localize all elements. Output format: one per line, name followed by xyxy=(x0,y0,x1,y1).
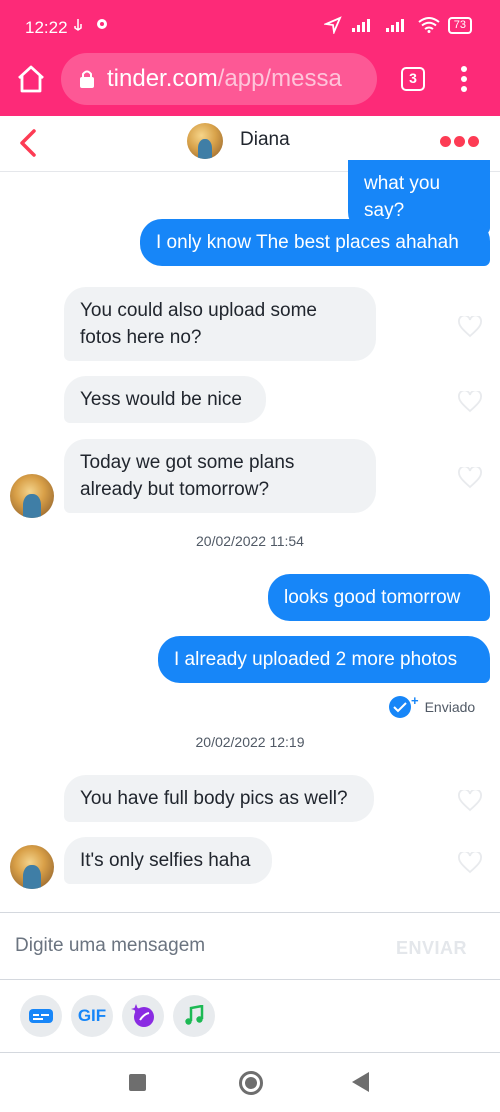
music-button[interactable] xyxy=(173,995,215,1037)
tabs-icon[interactable]: 3 xyxy=(401,67,425,91)
heart-icon[interactable] xyxy=(458,316,482,338)
menu-icon[interactable] xyxy=(455,64,473,94)
sticker-icon xyxy=(29,1009,53,1023)
browser-top-bar: 12:22 73 tinder.com/app/messa 3 xyxy=(0,0,500,116)
address-bar[interactable]: tinder.com/app/messa xyxy=(61,53,377,105)
usb-icon xyxy=(74,19,82,31)
home-icon[interactable] xyxy=(14,62,48,96)
sticker-button[interactable] xyxy=(20,995,62,1037)
gif-button[interactable]: GIF xyxy=(71,995,113,1037)
heart-icon[interactable] xyxy=(458,852,482,874)
recent-apps-icon[interactable] xyxy=(129,1074,146,1091)
message-bubble[interactable]: It's only selfies haha xyxy=(64,837,272,884)
message-bubble[interactable]: I already uploaded 2 more photos xyxy=(158,636,490,683)
url-path: /app/messa xyxy=(217,65,342,92)
plus-icon: + xyxy=(411,692,419,708)
send-button[interactable]: ENVIAR xyxy=(396,938,467,959)
music-icon xyxy=(185,1005,204,1025)
status-notification-icons xyxy=(72,16,110,36)
settings-gear-icon xyxy=(97,19,108,29)
spark-button[interactable] xyxy=(122,995,164,1037)
message-bubble[interactable]: Yess would be nice xyxy=(64,376,266,423)
gif-icon: GIF xyxy=(77,1006,107,1025)
message-timestamp: 20/02/2022 11:54 xyxy=(196,533,304,549)
composer-tools: GIF xyxy=(0,981,500,1053)
signal-icon-2 xyxy=(385,19,404,32)
message-bubble[interactable]: I only know The best places ahahah xyxy=(140,219,490,266)
message-bubble[interactable]: Today we got some plans already but tomo… xyxy=(64,439,376,513)
heart-icon[interactable] xyxy=(458,467,482,489)
signal-icon xyxy=(351,19,370,32)
avatar[interactable] xyxy=(10,474,54,518)
lock-icon xyxy=(80,70,94,88)
battery-indicator: 73 xyxy=(447,16,472,34)
system-nav-bar xyxy=(0,1054,500,1112)
heart-icon[interactable] xyxy=(458,391,482,413)
url-text: tinder.com/app/messa xyxy=(107,65,369,93)
avatar[interactable] xyxy=(10,845,54,889)
match-name[interactable]: Diana xyxy=(240,129,290,151)
sent-status: + Enviado xyxy=(389,692,476,718)
message-bubble[interactable]: You have full body pics as well? xyxy=(64,775,374,822)
wifi-icon xyxy=(418,17,440,33)
home-nav-icon[interactable] xyxy=(239,1071,263,1095)
location-icon xyxy=(323,16,342,34)
message-bubble[interactable]: You could also upload some fotos here no… xyxy=(64,287,376,361)
message-timestamp: 20/02/2022 12:19 xyxy=(195,734,305,750)
more-options-icon[interactable] xyxy=(440,136,480,150)
back-arrow-icon[interactable] xyxy=(16,128,42,158)
avatar[interactable] xyxy=(187,123,223,159)
sent-status-label: Enviado xyxy=(424,699,476,715)
spark-icon xyxy=(131,1004,154,1027)
url-domain: tinder.com xyxy=(107,65,218,92)
message-input[interactable] xyxy=(0,913,370,979)
read-receipt-icon xyxy=(389,696,411,718)
heart-icon[interactable] xyxy=(458,790,482,812)
status-time: 12:22 xyxy=(25,18,68,37)
status-right-icons: 73 xyxy=(323,16,472,34)
back-nav-icon[interactable] xyxy=(352,1072,369,1092)
message-bubble[interactable]: looks good tomorrow xyxy=(268,574,490,621)
message-composer: ENVIAR xyxy=(0,912,500,980)
status-bar: 12:22 73 xyxy=(0,0,500,52)
